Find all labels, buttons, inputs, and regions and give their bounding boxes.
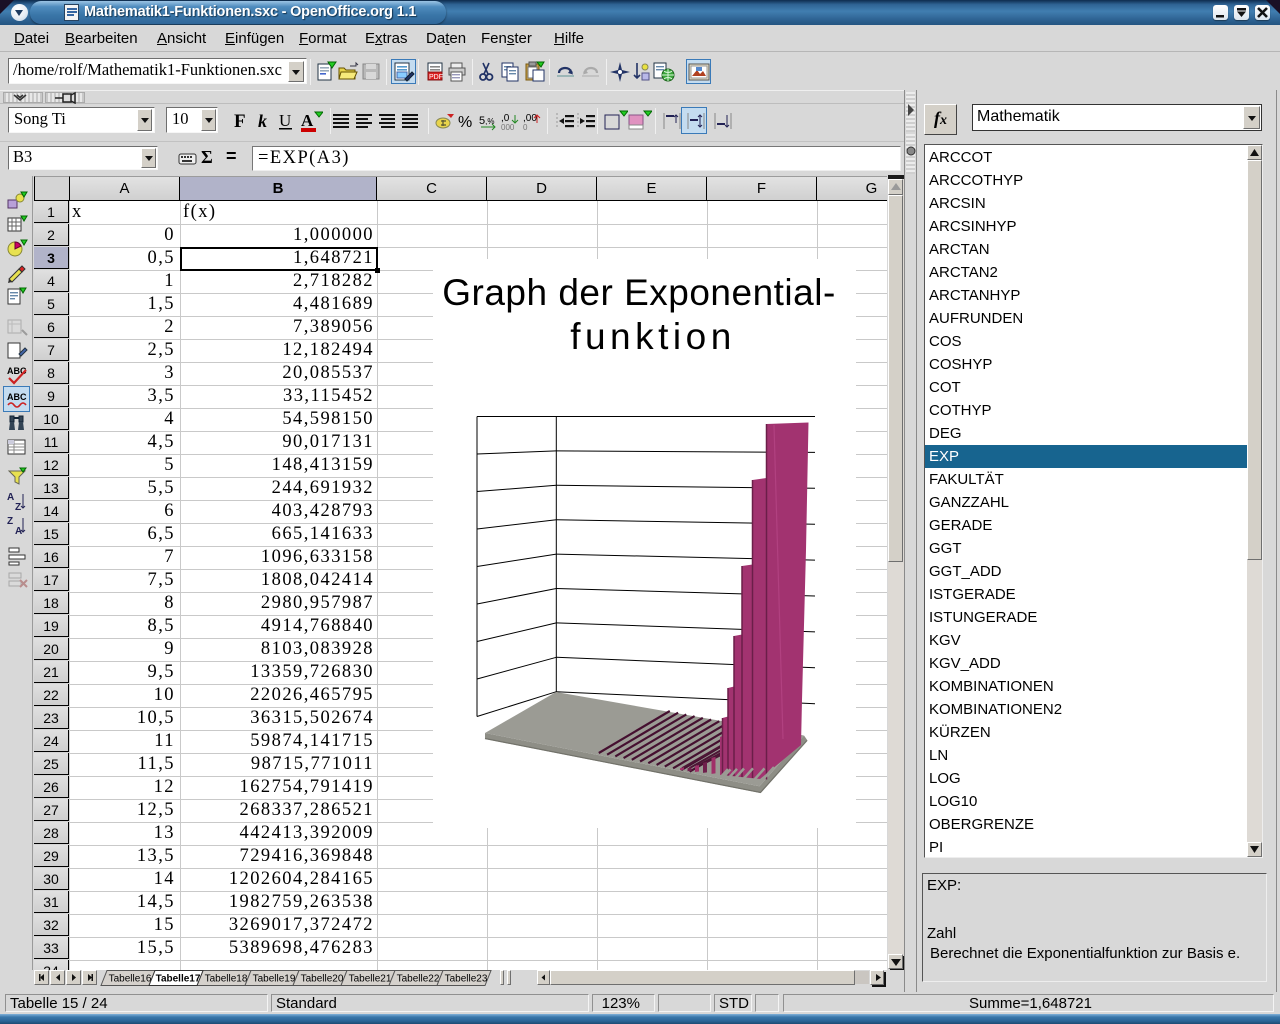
svg-text:000: 000 [501, 123, 515, 132]
svg-text:F: F [234, 111, 246, 132]
svg-text:%: % [458, 114, 472, 131]
svg-text:A: A [15, 526, 22, 536]
svg-text:A: A [301, 111, 314, 130]
svg-text:Tabelle17: Tabelle17 [156, 974, 201, 985]
svg-text:Z: Z [15, 502, 21, 512]
svg-text:Tabelle23: Tabelle23 [445, 974, 488, 985]
svg-text:U: U [279, 111, 291, 130]
svg-text:Tabelle18: Tabelle18 [205, 974, 248, 985]
svg-text:Tabelle19: Tabelle19 [253, 974, 296, 985]
svg-text:PDF: PDF [429, 74, 443, 81]
svg-text:ABC: ABC [7, 392, 27, 402]
svg-text:Graph der Exponential-: Graph der Exponential- [442, 272, 836, 313]
svg-text:A: A [7, 492, 14, 503]
svg-text:5,%: 5,% [479, 115, 494, 127]
svg-text:Tabelle20: Tabelle20 [301, 974, 344, 985]
svg-text:Z: Z [7, 516, 13, 527]
svg-text:Tabelle21: Tabelle21 [349, 974, 392, 985]
svg-text:Tabelle16: Tabelle16 [109, 974, 152, 985]
svg-text:0: 0 [523, 123, 528, 132]
svg-text:funktion: funktion [570, 316, 736, 357]
svg-text:Tabelle22: Tabelle22 [397, 974, 440, 985]
svg-text:k: k [258, 111, 267, 131]
